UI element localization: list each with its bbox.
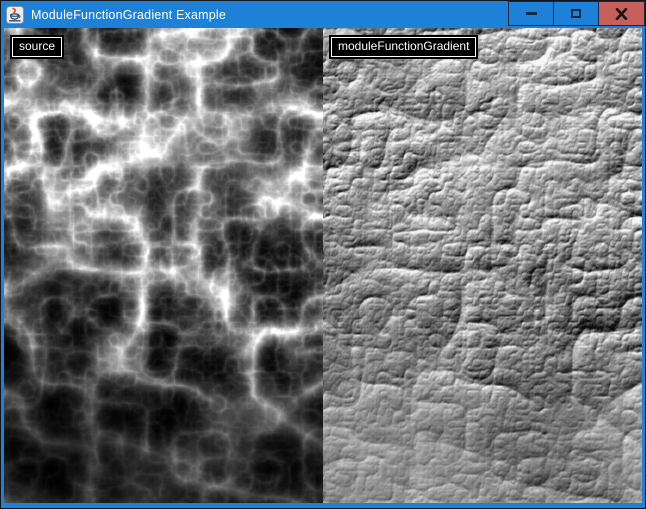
close-button[interactable] <box>598 1 645 26</box>
java-coffee-cup-icon <box>6 6 24 24</box>
minimize-button[interactable] <box>508 1 554 26</box>
panel-gradient: moduleFunctionGradient <box>323 28 642 503</box>
maximize-button[interactable] <box>553 1 599 26</box>
source-noise-image <box>4 28 323 503</box>
panel-source: source <box>4 28 323 503</box>
app-window: ModuleFunctionGradient Example source mo… <box>0 0 646 509</box>
panel-label-gradient: moduleFunctionGradient <box>331 37 476 57</box>
close-icon <box>615 8 628 20</box>
minimize-icon <box>526 12 537 15</box>
window-controls <box>509 1 645 26</box>
window-title: ModuleFunctionGradient Example <box>31 8 226 22</box>
maximize-icon <box>571 9 581 18</box>
content-area: source moduleFunctionGradient <box>4 28 642 503</box>
window-titlebar[interactable]: ModuleFunctionGradient Example <box>1 1 645 28</box>
panel-label-source: source <box>12 37 62 57</box>
gradient-noise-image <box>323 28 642 503</box>
